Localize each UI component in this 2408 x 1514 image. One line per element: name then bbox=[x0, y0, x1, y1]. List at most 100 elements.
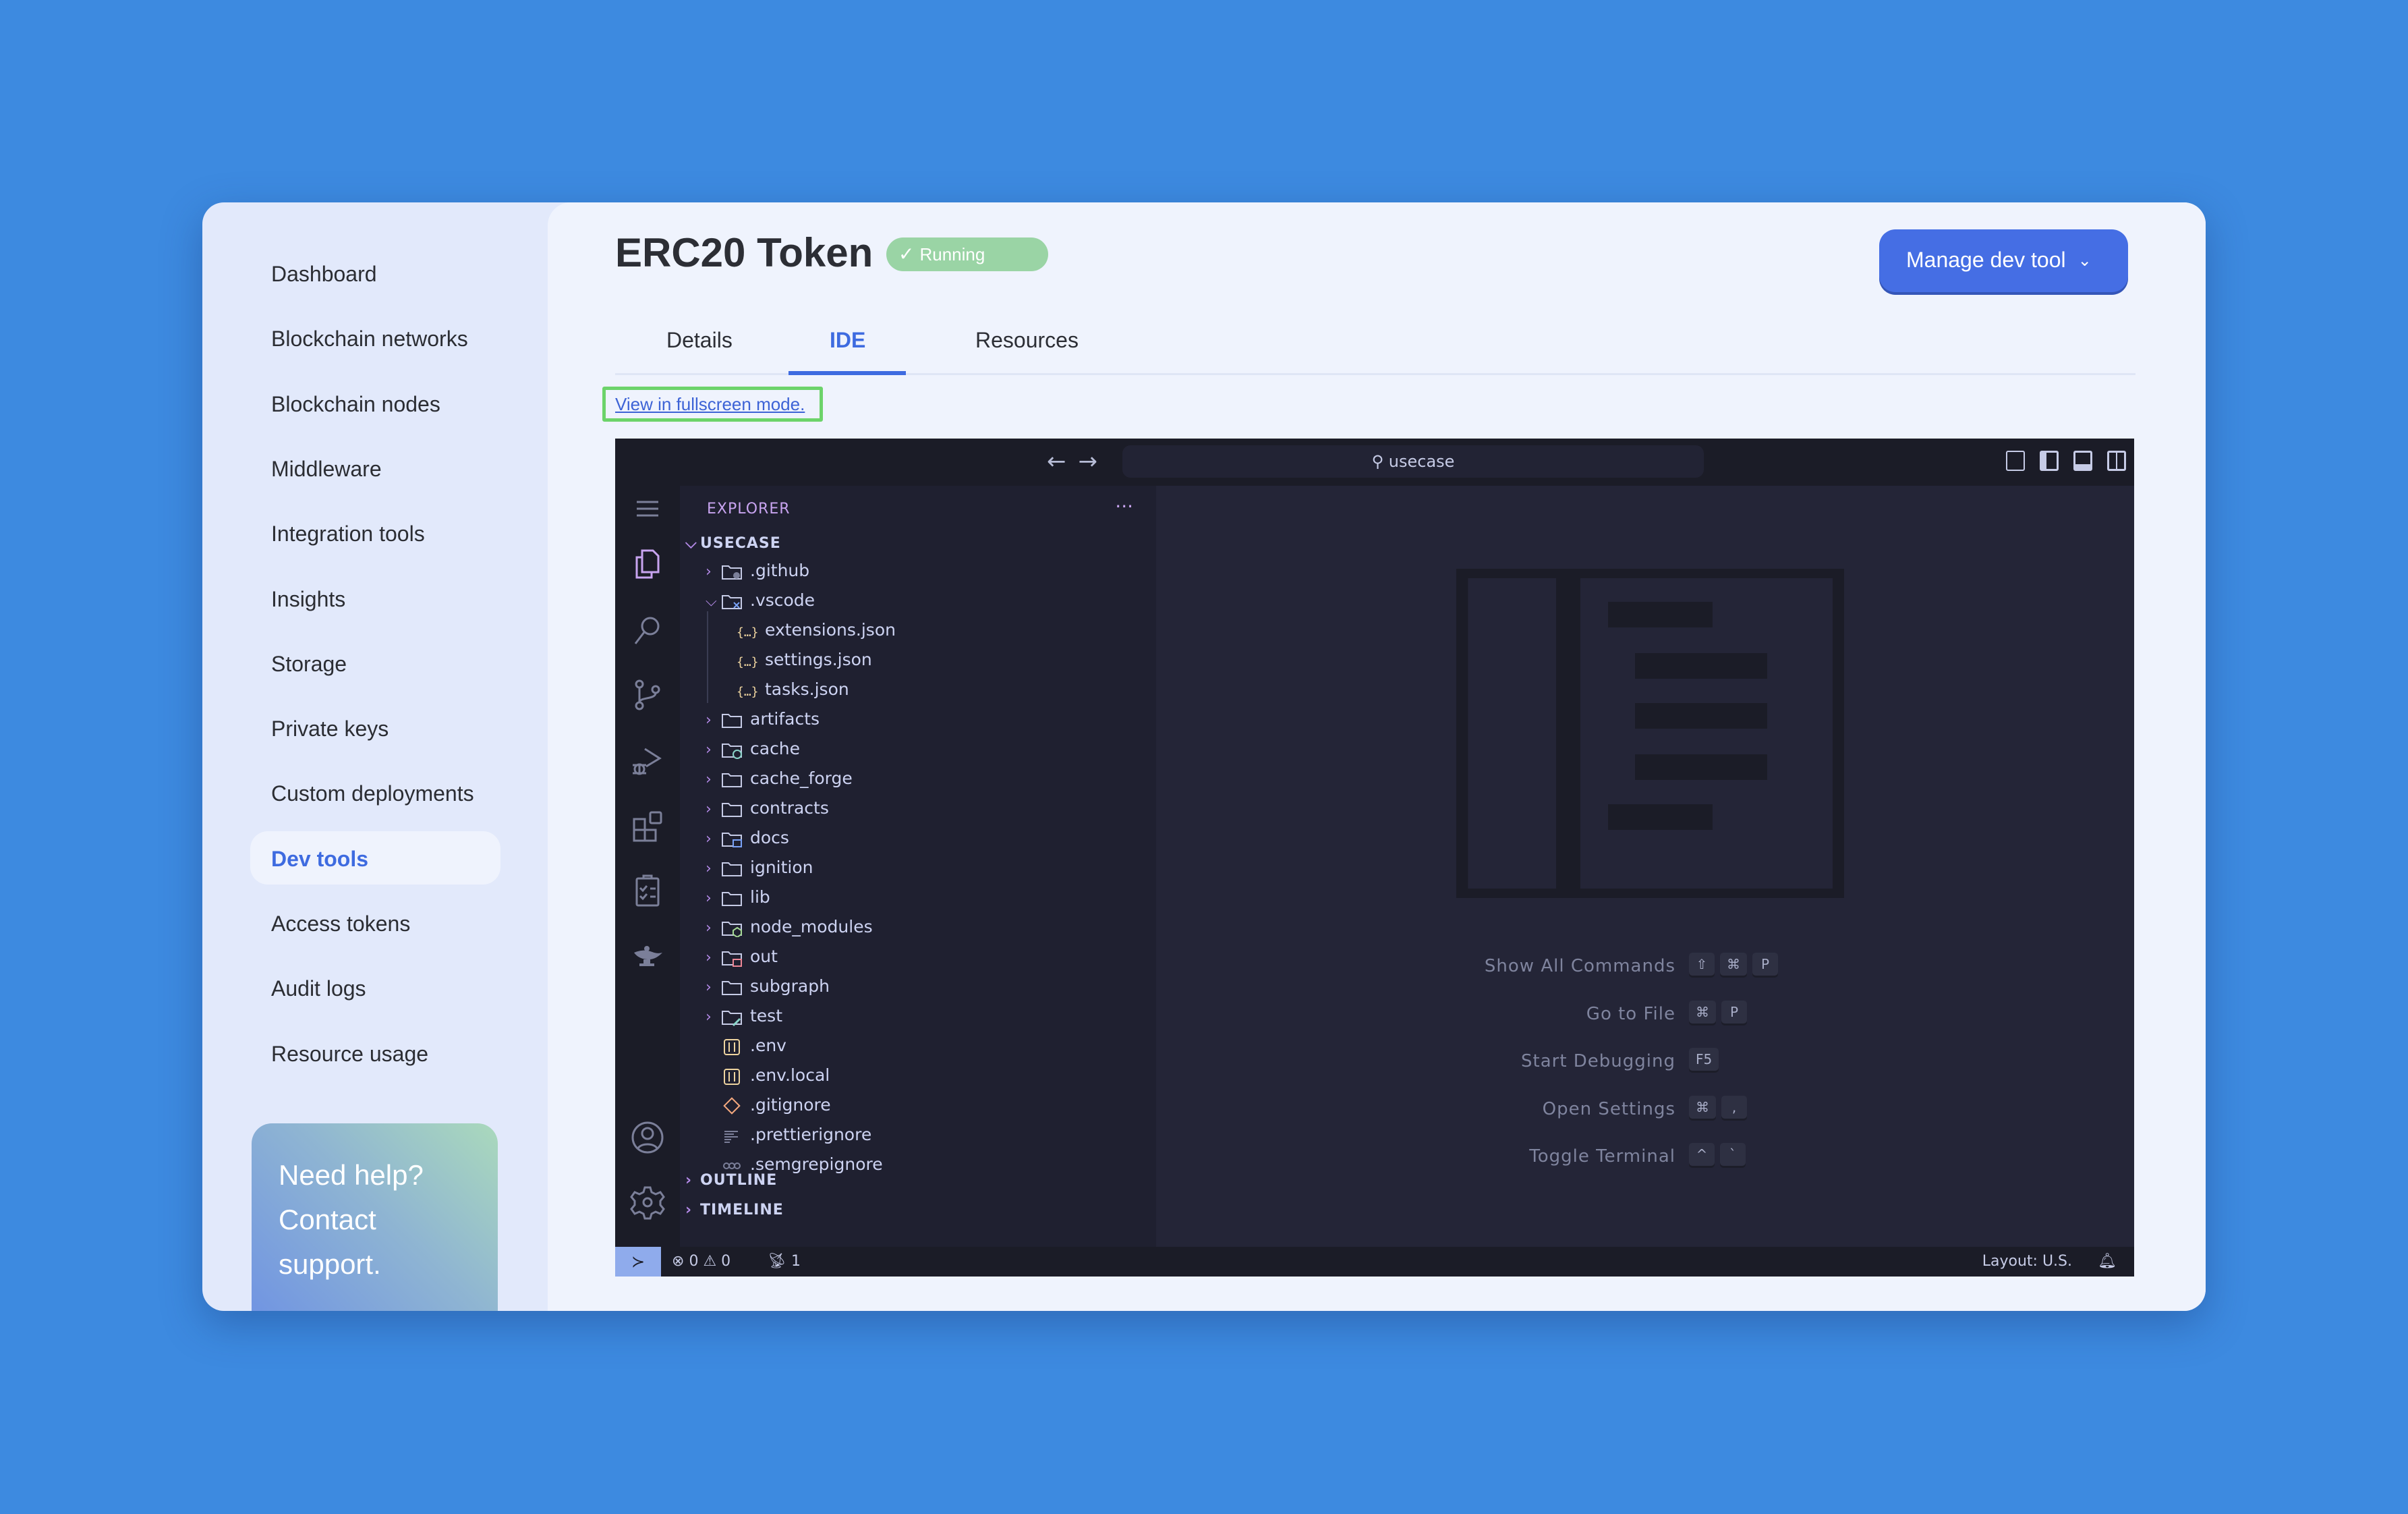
toggle-panel-icon[interactable] bbox=[2073, 451, 2092, 471]
workspace-header[interactable]: ⌵ USECASE bbox=[685, 530, 781, 557]
tree-folder[interactable]: › lib bbox=[706, 884, 770, 911]
sidebar-item-blockchain-nodes[interactable]: Blockchain nodes bbox=[271, 392, 440, 417]
sidebar-item-access-tokens[interactable]: Access tokens bbox=[271, 912, 410, 936]
sidebar-item-custom-deployments[interactable]: Custom deployments bbox=[271, 781, 474, 806]
problems-status[interactable]: ⊗ 0 ⚠ 0 bbox=[672, 1247, 730, 1277]
json-icon: {…} bbox=[737, 625, 758, 640]
tasks-checklist-icon[interactable] bbox=[630, 873, 665, 908]
tree-folder[interactable]: › node_modules bbox=[706, 914, 873, 941]
warning-count: 0 bbox=[721, 1253, 731, 1270]
toggle-primary-sidebar-icon[interactable] bbox=[2040, 451, 2059, 471]
sidebar-item-private-keys[interactable]: Private keys bbox=[271, 717, 389, 741]
manage-button-label: Manage dev tool bbox=[1906, 248, 2066, 272]
sidebar-item-resource-usage[interactable]: Resource usage bbox=[271, 1042, 428, 1067]
keyboard-layout-status[interactable]: Layout: U.S. bbox=[1982, 1247, 2072, 1277]
tree-folder[interactable]: › .github bbox=[706, 557, 809, 584]
search-icon[interactable] bbox=[630, 613, 665, 648]
tree-file[interactable]: .prettierignore bbox=[720, 1121, 871, 1148]
chevron-right-icon: › bbox=[706, 979, 712, 996]
tree-folder[interactable]: › out bbox=[706, 943, 778, 970]
folder-github-icon bbox=[722, 565, 742, 580]
sidebar-item-audit-logs[interactable]: Audit logs bbox=[271, 976, 366, 1001]
run-debug-icon[interactable] bbox=[630, 744, 665, 779]
chevron-right-icon: › bbox=[685, 1172, 693, 1189]
sidebar-item-dev-tools[interactable]: Dev tools bbox=[271, 847, 368, 872]
ports-status[interactable]: 📡︎ 1 bbox=[768, 1247, 801, 1277]
extensions-icon[interactable] bbox=[630, 808, 665, 843]
editor-watermark-icon bbox=[1456, 569, 1844, 898]
folder-icon bbox=[722, 803, 742, 817]
folder-icon bbox=[722, 862, 742, 876]
more-actions-icon[interactable]: ··· bbox=[1115, 495, 1133, 517]
error-icon: ⊗ bbox=[672, 1253, 689, 1270]
status-badge: ✓ Running bbox=[886, 237, 1048, 271]
tab-details[interactable]: Details bbox=[666, 328, 733, 353]
layout-controls bbox=[2006, 451, 2126, 471]
prettier-icon bbox=[724, 1131, 738, 1143]
tree-file[interactable]: {…} extensions.json bbox=[735, 617, 896, 644]
customize-layout-icon[interactable] bbox=[2006, 451, 2025, 471]
sidebar-item-middleware[interactable]: Middleware bbox=[271, 457, 382, 482]
folder-out-icon bbox=[722, 951, 742, 967]
tree-folder[interactable]: › cache_forge bbox=[706, 765, 853, 792]
editor-area: Show All Commands ⇧ ⌘ P Go to File ⌘ P Start De… bbox=[1156, 486, 2134, 1247]
shortcut-label: Start Debugging bbox=[1521, 1051, 1675, 1071]
tree-item-label: test bbox=[750, 1006, 783, 1026]
ide-embed: ←→ ⚲ usecase EXPLORER ··· ⌵ USECASE › .g… bbox=[615, 439, 2134, 1277]
antenna-icon: 📡︎ bbox=[768, 1253, 791, 1270]
tab-ide[interactable]: IDE bbox=[830, 328, 865, 353]
account-icon[interactable] bbox=[630, 1120, 665, 1155]
manage-dev-tool-button[interactable]: Manage dev tool ⌄ bbox=[1879, 229, 2128, 292]
remote-indicator-icon[interactable]: ≻ bbox=[615, 1247, 661, 1277]
tree-file[interactable]: {…} tasks.json bbox=[735, 676, 849, 703]
ide-titlebar: ←→ ⚲ usecase bbox=[615, 439, 2134, 486]
back-arrow-icon[interactable]: ← bbox=[1047, 448, 1079, 475]
tree-file[interactable]: {…} settings.json bbox=[735, 646, 872, 673]
tree-folder[interactable]: ⌵ .vscode bbox=[706, 587, 815, 614]
folder-cache-icon bbox=[722, 744, 742, 759]
outline-section[interactable]: › OUTLINE bbox=[685, 1167, 777, 1194]
tree-file[interactable]: .env.local bbox=[720, 1062, 830, 1089]
command-center-search[interactable]: ⚲ usecase bbox=[1122, 445, 1704, 478]
tree-folder[interactable]: › subgraph bbox=[706, 973, 830, 1000]
tree-folder[interactable]: › test bbox=[706, 1003, 782, 1030]
tree-file[interactable]: .env bbox=[720, 1032, 786, 1059]
tree-item-label: cache bbox=[750, 739, 801, 758]
tree-item-label: .env bbox=[750, 1036, 786, 1055]
notifications-bell-icon[interactable]: 🔔︎ bbox=[2098, 1247, 2117, 1277]
sidebar-item-integration-tools[interactable]: Integration tools bbox=[271, 522, 425, 546]
sidebar-item-blockchain-networks[interactable]: Blockchain networks bbox=[271, 327, 468, 352]
tab-resources[interactable]: Resources bbox=[975, 328, 1079, 353]
fullscreen-link[interactable]: View in fullscreen mode. bbox=[602, 387, 823, 422]
tree-folder[interactable]: › docs bbox=[706, 824, 789, 851]
tree-item-label: docs bbox=[750, 828, 789, 847]
help-card[interactable]: Need help? Contact support. bbox=[252, 1123, 498, 1311]
status-bar: ≻ ⊗ 0 ⚠ 0 📡︎ 1 Layout: U.S. 🔔︎ bbox=[615, 1247, 2134, 1277]
source-control-icon[interactable] bbox=[630, 677, 665, 712]
settings-gear-icon[interactable] bbox=[630, 1185, 665, 1220]
tree-file[interactable]: .gitignore bbox=[720, 1092, 831, 1119]
explorer-icon[interactable] bbox=[630, 546, 665, 582]
tree-item-label: extensions.json bbox=[765, 620, 896, 640]
shortcut-keys: ⌘ P bbox=[1689, 1000, 1747, 1024]
git-icon bbox=[723, 1097, 741, 1115]
toggle-secondary-sidebar-icon[interactable] bbox=[2107, 451, 2126, 471]
folder-test-icon bbox=[722, 1011, 742, 1026]
tree-item-label: settings.json bbox=[765, 650, 872, 669]
sidebar-item-dashboard[interactable]: Dashboard bbox=[271, 262, 377, 287]
tree-folder[interactable]: › ignition bbox=[706, 854, 813, 881]
tree-folder[interactable]: › cache bbox=[706, 735, 800, 762]
forward-arrow-icon[interactable]: → bbox=[1079, 448, 1110, 475]
chevron-right-icon: › bbox=[706, 890, 712, 907]
menu-icon[interactable] bbox=[630, 491, 665, 526]
tree-item-label: .github bbox=[750, 561, 810, 580]
chevron-right-icon: › bbox=[706, 771, 712, 788]
tree-folder[interactable]: › contracts bbox=[706, 795, 829, 822]
tree-folder[interactable]: › artifacts bbox=[706, 706, 820, 733]
genie-lamp-icon[interactable] bbox=[630, 938, 665, 973]
error-count: 0 bbox=[689, 1253, 699, 1270]
sidebar-item-storage[interactable]: Storage bbox=[271, 652, 347, 677]
timeline-section[interactable]: › TIMELINE bbox=[685, 1197, 784, 1224]
sidebar-item-insights[interactable]: Insights bbox=[271, 587, 345, 612]
shortcut-hint: Open Settings ⌘, bbox=[1156, 1094, 2134, 1124]
